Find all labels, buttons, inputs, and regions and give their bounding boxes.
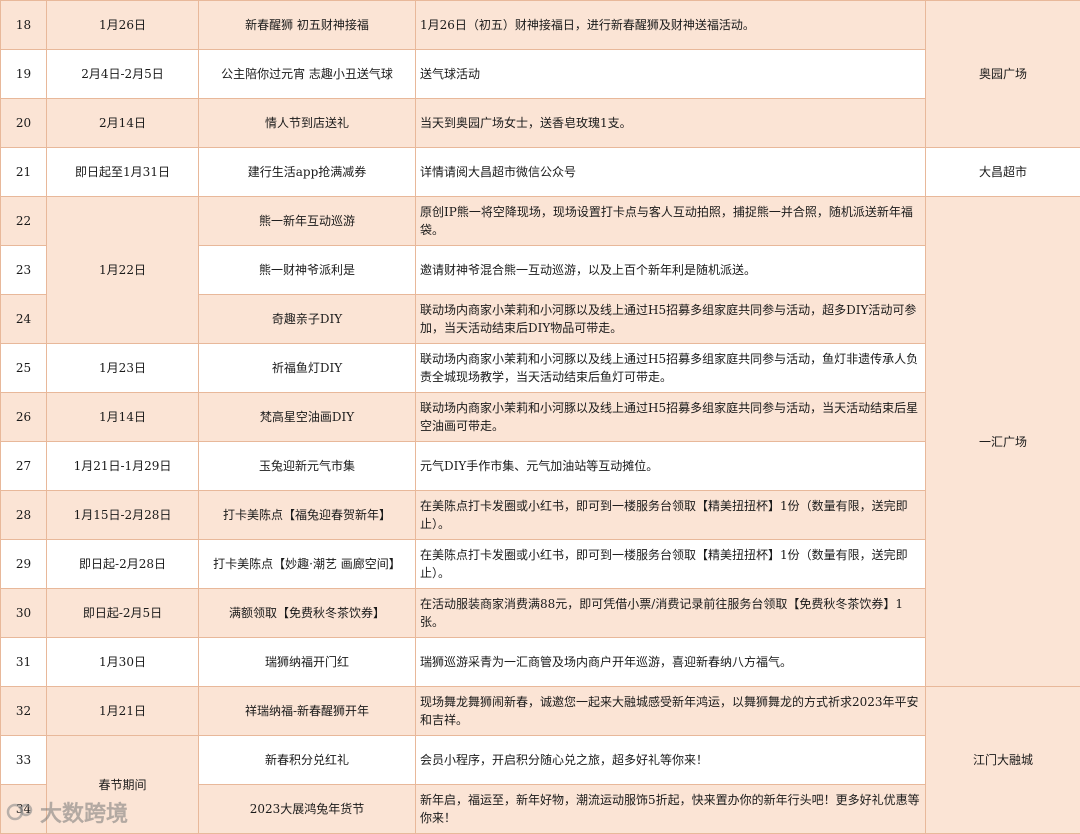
row-number: 34 xyxy=(1,785,47,834)
row-event-name: 满额领取【免费秋冬茶饮券】 xyxy=(199,589,416,638)
row-event-name: 建行生活app抢满减券 xyxy=(199,148,416,197)
row-description: 会员小程序，开启积分随心兑之旅，超多好礼等你来！ xyxy=(416,736,926,785)
row-description: 当天到奥园广场女士，送香皂玫瑰1支。 xyxy=(416,99,926,148)
row-description: 在美陈点打卡发圈或小红书，即可到一楼服务台领取【精美扭扭杯】1份（数量有限，送完… xyxy=(416,540,926,589)
row-event-name: 打卡美陈点【妙趣·潮艺 画廊空间】 xyxy=(199,540,416,589)
table-row: 18 1月26日 新春醒狮 初五财神接福 1月26日（初五）财神接福日，进行新春… xyxy=(1,1,1080,50)
table-row: 31 1月30日 瑞狮纳福开门红 瑞狮巡游采青为一汇商管及场内商户开年巡游，喜迎… xyxy=(1,638,1080,687)
row-number: 19 xyxy=(1,50,47,99)
row-date: 即日起-2月5日 xyxy=(47,589,199,638)
venue-cell: 奥园广场 xyxy=(926,1,1080,148)
row-event-name: 新春醒狮 初五财神接福 xyxy=(199,1,416,50)
table-row: 25 1月23日 祈福鱼灯DIY 联动场内商家小茉莉和小河豚以及线上通过H5招募… xyxy=(1,344,1080,393)
row-date: 1月21日 xyxy=(47,687,199,736)
row-number: 31 xyxy=(1,638,47,687)
table-row: 33 春节期间 新春积分兑红礼 会员小程序，开启积分随心兑之旅，超多好礼等你来！ xyxy=(1,736,1080,785)
row-number: 27 xyxy=(1,442,47,491)
table-row: 22 1月22日 熊一新年互动巡游 原创IP熊一将空降现场，现场设置打卡点与客人… xyxy=(1,197,1080,246)
row-description: 1月26日（初五）财神接福日，进行新春醒狮及财神送福活动。 xyxy=(416,1,926,50)
row-number: 29 xyxy=(1,540,47,589)
row-number: 30 xyxy=(1,589,47,638)
table-row: 32 1月21日 祥瑞纳福-新春醒狮开年 现场舞龙舞狮闹新春，诚邀您一起来大融城… xyxy=(1,687,1080,736)
row-description: 元气DIY手作市集、元气加油站等互动摊位。 xyxy=(416,442,926,491)
row-number: 22 xyxy=(1,197,47,246)
row-number: 25 xyxy=(1,344,47,393)
row-number: 28 xyxy=(1,491,47,540)
row-date: 春节期间 xyxy=(47,736,199,834)
row-description: 在美陈点打卡发圈或小红书，即可到一楼服务台领取【精美扭扭杯】1份（数量有限，送完… xyxy=(416,491,926,540)
table-row: 26 1月14日 梵高星空油画DIY 联动场内商家小茉莉和小河豚以及线上通过H5… xyxy=(1,393,1080,442)
row-number: 33 xyxy=(1,736,47,785)
row-description: 详情请阅大昌超市微信公众号 xyxy=(416,148,926,197)
table-row: 29 即日起-2月28日 打卡美陈点【妙趣·潮艺 画廊空间】 在美陈点打卡发圈或… xyxy=(1,540,1080,589)
row-description: 新年启，福运至，新年好物，潮流运动服饰5折起，快来置办你的新年行头吧！更多好礼优… xyxy=(416,785,926,834)
row-event-name: 2023大展鸿兔年货节 xyxy=(199,785,416,834)
row-description: 现场舞龙舞狮闹新春，诚邀您一起来大融城感受新年鸿运，以舞狮舞龙的方式祈求2023… xyxy=(416,687,926,736)
row-event-name: 祈福鱼灯DIY xyxy=(199,344,416,393)
table-row: 21 即日起至1月31日 建行生活app抢满减券 详情请阅大昌超市微信公众号 大… xyxy=(1,148,1080,197)
venue-cell: 一汇广场 xyxy=(926,197,1080,687)
row-description: 联动场内商家小茉莉和小河豚以及线上通过H5招募多组家庭共同参与活动，鱼灯非遗传承… xyxy=(416,344,926,393)
row-event-name: 玉兔迎新元气市集 xyxy=(199,442,416,491)
row-event-name: 熊一财神爷派利是 xyxy=(199,246,416,295)
row-event-name: 梵高星空油画DIY xyxy=(199,393,416,442)
table-row: 20 2月14日 情人节到店送礼 当天到奥园广场女士，送香皂玫瑰1支。 xyxy=(1,99,1080,148)
row-description: 联动场内商家小茉莉和小河豚以及线上通过H5招募多组家庭共同参与活动，当天活动结束… xyxy=(416,393,926,442)
row-description: 送气球活动 xyxy=(416,50,926,99)
venue-cell: 大昌超市 xyxy=(926,148,1080,197)
row-number: 18 xyxy=(1,1,47,50)
row-date: 1月22日 xyxy=(47,197,199,344)
row-date: 即日起-2月28日 xyxy=(47,540,199,589)
row-description: 原创IP熊一将空降现场，现场设置打卡点与客人互动拍照，捕捉熊一并合照，随机派送新… xyxy=(416,197,926,246)
venue-cell: 江门大融城 xyxy=(926,687,1080,834)
row-event-name: 打卡美陈点【福兔迎春贺新年】 xyxy=(199,491,416,540)
row-event-name: 公主陪你过元宵 志趣小丑送气球 xyxy=(199,50,416,99)
row-event-name: 祥瑞纳福-新春醒狮开年 xyxy=(199,687,416,736)
row-number: 24 xyxy=(1,295,47,344)
row-description: 邀请财神爷混合熊一互动巡游，以及上百个新年利是随机派送。 xyxy=(416,246,926,295)
row-number: 23 xyxy=(1,246,47,295)
row-date: 1月26日 xyxy=(47,1,199,50)
row-event-name: 新春积分兑红礼 xyxy=(199,736,416,785)
row-event-name: 瑞狮纳福开门红 xyxy=(199,638,416,687)
events-table: 18 1月26日 新春醒狮 初五财神接福 1月26日（初五）财神接福日，进行新春… xyxy=(0,0,1080,834)
row-event-name: 奇趣亲子DIY xyxy=(199,295,416,344)
row-date: 2月4日-2月5日 xyxy=(47,50,199,99)
row-description: 在活动服装商家消费满88元，即可凭借小票/消费记录前往服务台领取【免费秋冬茶饮券… xyxy=(416,589,926,638)
row-description: 联动场内商家小茉莉和小河豚以及线上通过H5招募多组家庭共同参与活动，超多DIY活… xyxy=(416,295,926,344)
table-row: 27 1月21日-1月29日 玉兔迎新元气市集 元气DIY手作市集、元气加油站等… xyxy=(1,442,1080,491)
table-row: 30 即日起-2月5日 满额领取【免费秋冬茶饮券】 在活动服装商家消费满88元，… xyxy=(1,589,1080,638)
row-number: 21 xyxy=(1,148,47,197)
row-description: 瑞狮巡游采青为一汇商管及场内商户开年巡游，喜迎新春纳八方福气。 xyxy=(416,638,926,687)
row-number: 26 xyxy=(1,393,47,442)
row-date: 1月23日 xyxy=(47,344,199,393)
row-date: 1月21日-1月29日 xyxy=(47,442,199,491)
row-number: 32 xyxy=(1,687,47,736)
row-event-name: 情人节到店送礼 xyxy=(199,99,416,148)
row-number: 20 xyxy=(1,99,47,148)
row-date: 1月15日-2月28日 xyxy=(47,491,199,540)
row-event-name: 熊一新年互动巡游 xyxy=(199,197,416,246)
row-date: 即日起至1月31日 xyxy=(47,148,199,197)
table-row: 19 2月4日-2月5日 公主陪你过元宵 志趣小丑送气球 送气球活动 xyxy=(1,50,1080,99)
row-date: 2月14日 xyxy=(47,99,199,148)
row-date: 1月14日 xyxy=(47,393,199,442)
table-row: 28 1月15日-2月28日 打卡美陈点【福兔迎春贺新年】 在美陈点打卡发圈或小… xyxy=(1,491,1080,540)
row-date: 1月30日 xyxy=(47,638,199,687)
